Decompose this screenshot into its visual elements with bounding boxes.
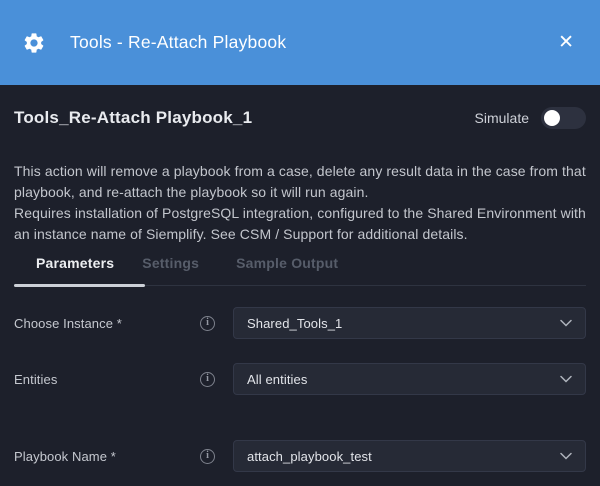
field-label: Playbook Name * bbox=[14, 449, 200, 464]
parameters-form: Choose Instance * i Shared_Tools_1 Entit… bbox=[14, 307, 586, 472]
modal-header: Tools - Re-Attach Playbook ✕ bbox=[0, 0, 600, 85]
field-row-playbook-name: Playbook Name * i attach_playbook_test bbox=[14, 440, 586, 472]
chevron-down-icon bbox=[560, 319, 572, 327]
info-icon[interactable]: i bbox=[200, 372, 215, 387]
title-row: Tools_Re-Attach Playbook_1 Simulate bbox=[14, 106, 586, 130]
info-icon[interactable]: i bbox=[200, 316, 215, 331]
field-row-entities: Entities i All entities bbox=[14, 363, 586, 395]
field-row-choose-instance: Choose Instance * i Shared_Tools_1 bbox=[14, 307, 586, 339]
gear-icon bbox=[22, 31, 46, 55]
description-line-1: This action will remove a playbook from … bbox=[14, 161, 586, 203]
select-value: All entities bbox=[247, 372, 560, 387]
modal-title: Tools - Re-Attach Playbook bbox=[70, 32, 554, 53]
action-title: Tools_Re-Attach Playbook_1 bbox=[14, 108, 252, 128]
field-label: Entities bbox=[14, 372, 200, 387]
info-icon[interactable]: i bbox=[200, 449, 215, 464]
toggle-knob bbox=[544, 110, 560, 126]
playbook-name-select[interactable]: attach_playbook_test bbox=[233, 440, 586, 472]
tab-bar: Parameters Settings Sample Output bbox=[14, 254, 586, 286]
close-icon[interactable]: ✕ bbox=[554, 29, 578, 56]
entities-select[interactable]: All entities bbox=[233, 363, 586, 395]
modal-body: Tools_Re-Attach Playbook_1 Simulate This… bbox=[0, 106, 600, 472]
select-value: Shared_Tools_1 bbox=[247, 316, 560, 331]
field-label: Choose Instance * bbox=[14, 316, 200, 331]
chevron-down-icon bbox=[560, 452, 572, 460]
simulate-control: Simulate bbox=[475, 107, 586, 129]
select-value: attach_playbook_test bbox=[247, 449, 560, 464]
action-description: This action will remove a playbook from … bbox=[14, 161, 586, 245]
action-configuration-modal: Tools - Re-Attach Playbook ✕ Tools_Re-At… bbox=[0, 0, 600, 486]
simulate-label: Simulate bbox=[475, 110, 529, 126]
active-tab-indicator bbox=[14, 284, 145, 287]
tab-parameters[interactable]: Parameters bbox=[36, 254, 114, 272]
choose-instance-select[interactable]: Shared_Tools_1 bbox=[233, 307, 586, 339]
tab-settings[interactable]: Settings bbox=[142, 254, 199, 272]
chevron-down-icon bbox=[560, 375, 572, 383]
simulate-toggle[interactable] bbox=[541, 107, 586, 129]
tab-sample-output[interactable]: Sample Output bbox=[236, 254, 338, 272]
description-line-2: Requires installation of PostgreSQL inte… bbox=[14, 203, 586, 245]
